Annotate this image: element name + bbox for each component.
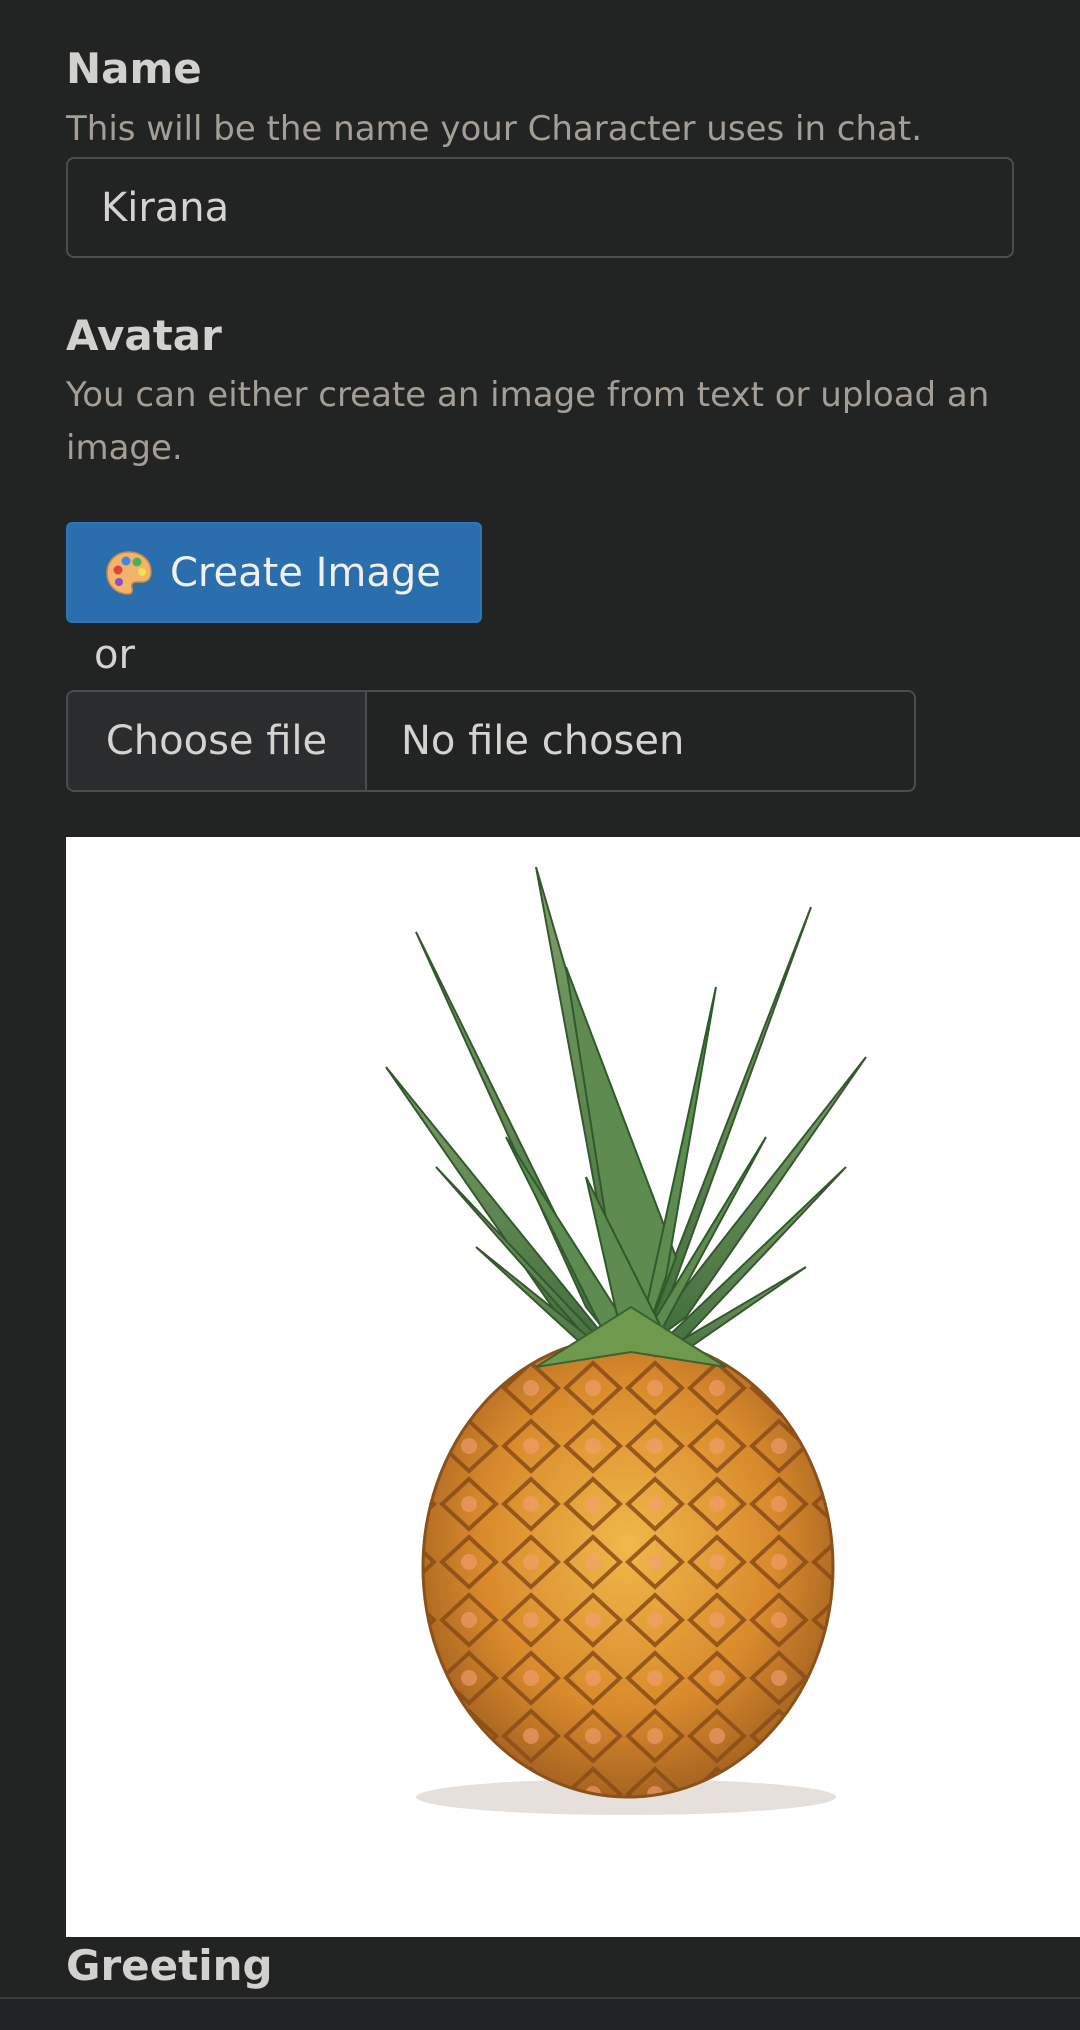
name-help-text: This will be the name your Character use… xyxy=(66,109,923,149)
avatar-label: Avatar xyxy=(66,311,222,360)
create-image-label: Create Image xyxy=(170,549,441,596)
character-form: Name This will be the name your Characte… xyxy=(0,0,1080,2030)
avatar-help-text: You can either create an image from text… xyxy=(66,375,990,468)
palette-icon xyxy=(106,550,152,595)
file-upload-input[interactable]: Choose file No file chosen xyxy=(66,690,916,792)
greeting-label: Greeting xyxy=(66,1941,273,1990)
name-input[interactable] xyxy=(66,157,1014,258)
avatar-image xyxy=(66,837,1080,1937)
pineapple-image xyxy=(385,866,867,1815)
bottom-divider xyxy=(0,1997,1080,2030)
file-status-text: No file chosen xyxy=(401,718,685,764)
choose-file-button[interactable]: Choose file xyxy=(68,692,367,790)
or-separator: or xyxy=(94,632,135,678)
create-image-button[interactable]: Create Image xyxy=(66,522,482,623)
name-label: Name xyxy=(66,44,202,93)
